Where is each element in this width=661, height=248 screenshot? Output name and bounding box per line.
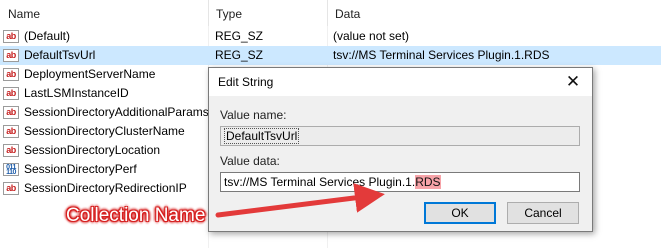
annotation-label: Collection Name bbox=[66, 205, 206, 226]
